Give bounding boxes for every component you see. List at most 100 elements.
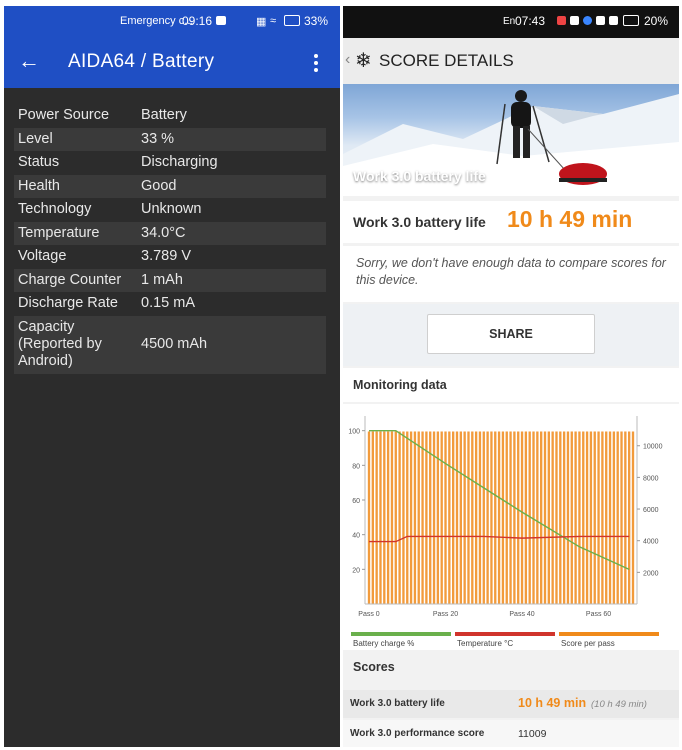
info-value: 0.15 mA bbox=[141, 295, 195, 311]
score-bar bbox=[536, 431, 539, 604]
score-bar bbox=[540, 431, 543, 604]
y-left-tick-label: 100 bbox=[348, 429, 360, 436]
score-bar bbox=[524, 431, 528, 604]
score-value: 11009 bbox=[518, 728, 547, 740]
score-bar bbox=[605, 431, 608, 604]
score-bar bbox=[425, 431, 428, 604]
y-right-tick-label: 6000 bbox=[643, 507, 659, 514]
score-bar bbox=[578, 431, 581, 604]
share-button[interactable]: SHARE bbox=[427, 314, 595, 354]
score-bar bbox=[478, 431, 482, 604]
score-row: Work 3.0 performance score 11009 bbox=[343, 720, 679, 747]
compare-note: Sorry, we don't have enough data to comp… bbox=[343, 246, 679, 302]
score-bar bbox=[459, 431, 462, 604]
compare-note-text: Sorry, we don't have enough data to comp… bbox=[356, 256, 666, 287]
score-bar bbox=[543, 431, 547, 604]
info-row: Capacity (Reported by Android) 4500 mAh bbox=[14, 315, 326, 374]
score-bar bbox=[386, 431, 390, 604]
score-bar bbox=[582, 431, 585, 604]
y-right-tick-label: 4000 bbox=[643, 539, 659, 546]
legend-swatch bbox=[559, 632, 659, 636]
hero-image: Work 3.0 battery life 3.0 bbox=[343, 84, 679, 196]
scores-title: Scores bbox=[353, 660, 395, 674]
monitoring-chart: 100 80 60 40 20 10000 8000 6000 4000 2000 Pass 0 Pa… bbox=[343, 404, 679, 650]
score-name: Work 3.0 battery life bbox=[350, 698, 445, 709]
info-row: Temperature 34.0°C bbox=[14, 221, 326, 245]
info-value: 3.789 V bbox=[141, 248, 191, 264]
score-bar bbox=[455, 431, 459, 604]
score-bar bbox=[402, 431, 405, 604]
score-bar bbox=[394, 431, 397, 604]
info-value: Discharging bbox=[141, 154, 218, 170]
hero-version: 3.0 bbox=[500, 172, 513, 182]
x-tick-label: Pass 40 bbox=[509, 611, 534, 618]
signal-icon: ▦ bbox=[256, 16, 267, 28]
score-bar bbox=[547, 431, 550, 604]
battery-icon bbox=[623, 15, 639, 26]
score-bar bbox=[628, 431, 631, 604]
score-bar bbox=[490, 431, 493, 604]
status-time: 07:43 bbox=[515, 14, 546, 28]
info-row: Status Discharging bbox=[14, 151, 326, 175]
info-value: 1 mAh bbox=[141, 271, 183, 288]
info-row: Technology Unknown bbox=[14, 198, 326, 222]
notification-icon bbox=[216, 16, 226, 25]
score-bar bbox=[532, 431, 535, 604]
app-notification-icon bbox=[596, 16, 605, 25]
overflow-menu-icon[interactable] bbox=[310, 52, 322, 74]
score-bar bbox=[505, 431, 508, 604]
app-notification-icon bbox=[583, 16, 592, 25]
info-key: Capacity (Reported by Android) bbox=[18, 318, 102, 369]
score-bar bbox=[593, 431, 596, 604]
score-bar bbox=[375, 431, 378, 604]
score-subvalue: (10 h 49 min) bbox=[591, 699, 647, 710]
status-battery-pct: 20% bbox=[644, 14, 669, 28]
3dmark-score-screen: En 07:43 20% ‹ ❄ SCORE DETAILS Work 3.0 bbox=[343, 6, 679, 747]
info-key: Health bbox=[18, 177, 60, 194]
info-row: Voltage 3.789 V bbox=[14, 245, 326, 269]
info-row: Power Source Battery bbox=[14, 104, 326, 128]
y-left-tick-label: 60 bbox=[352, 498, 360, 505]
x-tick-label: Pass 20 bbox=[433, 611, 458, 618]
result-value: 10 h 49 min bbox=[507, 206, 633, 232]
score-bar bbox=[440, 431, 443, 604]
score-bar bbox=[574, 431, 577, 604]
score-bar bbox=[631, 431, 635, 604]
score-bar bbox=[562, 431, 566, 604]
status-bar: En 07:43 20% bbox=[343, 6, 679, 38]
battery-icon bbox=[284, 15, 300, 26]
legend-label: Battery charge % bbox=[353, 639, 414, 648]
score-bar bbox=[608, 431, 612, 604]
legend-swatch bbox=[455, 632, 555, 636]
info-row: Discharge Rate 0.15 mA bbox=[14, 292, 326, 316]
page-title: SCORE DETAILS bbox=[379, 51, 514, 70]
status-bar: Emergency c... 09:16 ▦ ≈ 33% bbox=[4, 6, 340, 38]
info-row: Health Good bbox=[14, 174, 326, 198]
score-bar bbox=[601, 431, 604, 604]
wifi-icon: ≈ bbox=[270, 15, 277, 27]
score-bar bbox=[371, 431, 374, 604]
score-bar bbox=[624, 431, 627, 604]
info-row: Level 33 % bbox=[14, 127, 326, 151]
score-bar bbox=[467, 431, 470, 604]
score-bar bbox=[429, 431, 432, 604]
back-arrow-icon[interactable]: ← bbox=[18, 50, 40, 72]
info-value: Battery bbox=[141, 107, 187, 123]
score-value: 10 h 49 min bbox=[518, 696, 587, 710]
score-bar bbox=[409, 431, 413, 604]
info-row: Charge Counter 1 mAh bbox=[14, 268, 326, 292]
info-key: Power Source bbox=[18, 107, 110, 123]
y-right-tick-label: 2000 bbox=[643, 570, 659, 577]
score-bar bbox=[616, 431, 619, 604]
back-chevron-icon[interactable]: ‹ bbox=[345, 51, 350, 69]
score-bar bbox=[497, 431, 501, 604]
score-bar bbox=[520, 431, 524, 604]
score-bar bbox=[448, 431, 451, 604]
score-bar bbox=[597, 431, 600, 604]
info-value: Unknown bbox=[141, 201, 202, 217]
score-bar bbox=[559, 431, 562, 604]
score-bar bbox=[555, 431, 558, 604]
score-bar bbox=[452, 431, 455, 604]
app-notification-icon bbox=[557, 16, 566, 25]
legend-swatch bbox=[351, 632, 451, 636]
